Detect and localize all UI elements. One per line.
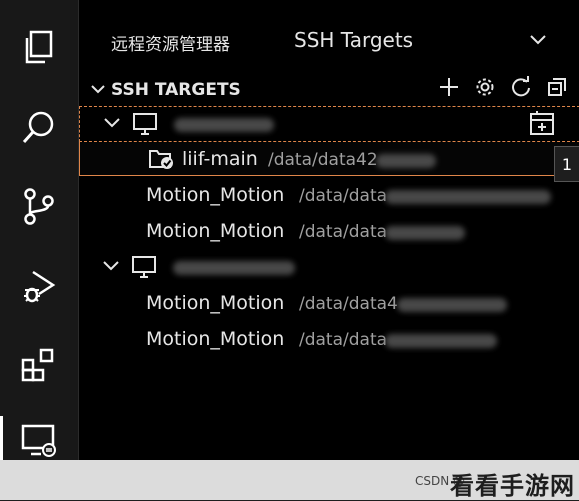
chevron-down-icon[interactable] [102,113,122,137]
folder-path: /data/data [299,330,388,350]
folder-path: /data/data [299,186,388,206]
collapse-all-icon[interactable] [546,76,568,102]
folder-path: /data/data42 [268,150,378,170]
redacted-path [385,190,551,204]
refresh-icon[interactable] [510,76,532,102]
section-title: SSH TARGETS [111,80,241,100]
chevron-down-icon[interactable] [89,80,107,102]
folder-name: Motion_Motion [146,220,285,242]
activity-bar [0,0,78,500]
hover-tooltip-badge: 1 [554,146,579,182]
redacted-host-name [173,261,295,275]
watermark-bar: CSDN @ 看看手游网 [0,460,579,500]
panel-header: 远程资源管理器 SSH Targets [79,0,579,80]
site-watermark: 看看手游网 [450,472,575,500]
panel-title: 远程资源管理器 [111,35,230,55]
extensions-icon[interactable] [0,334,78,394]
ssh-host-row[interactable] [79,106,579,142]
chevron-down-icon[interactable] [527,28,549,54]
remote-explorer-panel: 远程资源管理器 SSH Targets SSH TARGETS liif-mai… [78,0,579,500]
add-icon[interactable] [438,76,460,102]
folder-row[interactable]: Motion_Motion /data/data [79,322,579,356]
section-header[interactable]: SSH TARGETS [79,74,579,104]
view-select-value[interactable]: SSH Targets [294,28,413,52]
run-debug-icon[interactable] [0,256,78,316]
folder-row[interactable]: Motion_Motion /data/data4 [79,286,579,320]
folder-connected-icon [148,148,174,174]
folder-row[interactable]: Motion_Motion /data/data [79,178,579,212]
explorer-icon[interactable] [0,18,78,78]
folder-row[interactable]: Motion_Motion /data/data [79,214,579,248]
redacted-path [385,334,497,348]
monitor-icon [131,255,157,283]
folder-name: liif-main [182,148,258,170]
folder-name: Motion_Motion [146,292,285,314]
redacted-path [397,298,507,312]
ssh-host-row[interactable] [79,250,579,284]
search-icon[interactable] [0,98,78,158]
redacted-path [376,154,436,168]
folder-row[interactable]: liif-main /data/data42 [79,142,579,176]
chevron-down-icon[interactable] [101,256,121,280]
monitor-icon [132,112,158,140]
folder-path: /data/data4 [299,294,398,314]
gear-icon[interactable] [474,76,496,102]
redacted-path [385,226,465,240]
folder-path: /data/data [299,222,388,242]
redacted-host-name [174,118,274,132]
folder-name: Motion_Motion [146,328,285,350]
open-in-new-window-icon[interactable] [528,110,556,142]
folder-name: Motion_Motion [146,184,285,206]
source-control-icon[interactable] [0,176,78,236]
